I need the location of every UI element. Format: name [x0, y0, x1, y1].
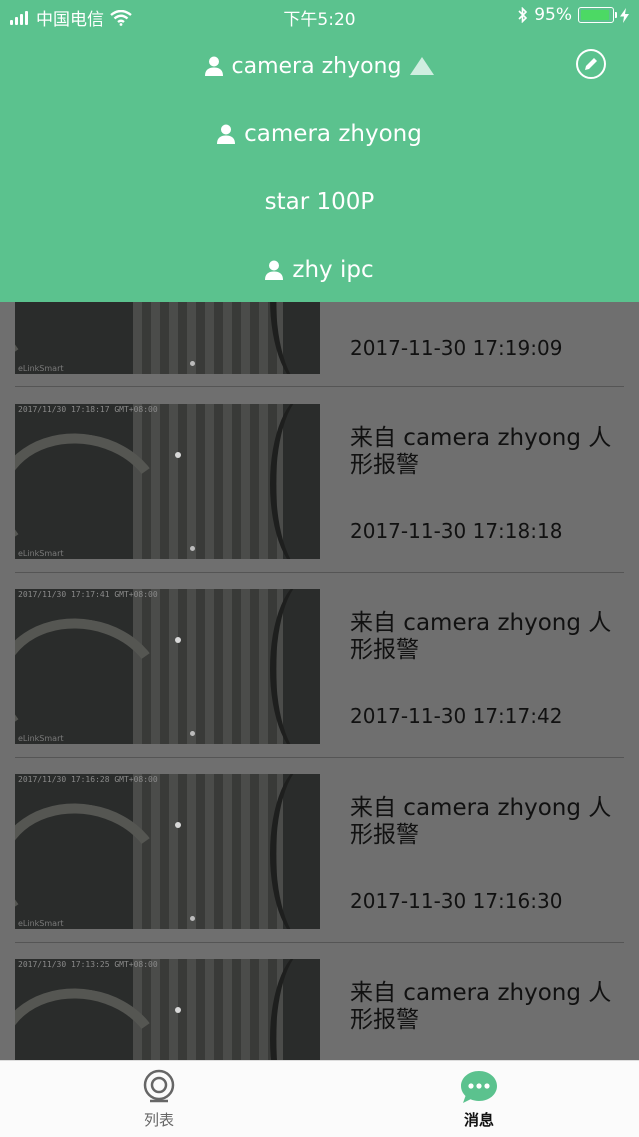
battery-percent: 95%	[534, 5, 572, 25]
edit-button[interactable]	[576, 49, 606, 79]
tab-list[interactable]: 列表	[99, 1069, 219, 1130]
message-text: 来自 camera zhyong 人形报警	[350, 425, 612, 478]
triangle-up-icon	[410, 57, 435, 75]
person-icon	[265, 260, 284, 280]
charging-icon	[620, 7, 629, 23]
tab-label: 列表	[143, 1111, 174, 1129]
message-time: 2017-11-30 17:16:30	[350, 889, 563, 913]
dropdown-item-label: zhy ipc	[292, 257, 374, 283]
snapshot-thumbnail: 2017/11/30 17:16:28 GMT+08:00 eLinkSmart	[15, 774, 320, 929]
thumbnail-brand: eLinkSmart	[18, 919, 64, 928]
dropdown-item-star-100p[interactable]: star 100P	[0, 182, 639, 222]
list-item[interactable]: 2017/11/30 17:17:41 GMT+08:00 eLinkSmart…	[0, 572, 639, 757]
bluetooth-icon	[518, 7, 528, 23]
battery-icon	[578, 7, 617, 23]
person-icon	[217, 124, 236, 144]
message-text: 来自 camera zhyong 人形报警	[350, 795, 612, 848]
snapshot-thumbnail: 2017/11/30 17:17:41 GMT+08:00 eLinkSmart	[15, 589, 320, 744]
person-icon	[204, 56, 223, 76]
list-item[interactable]: 2017/11/30 17:16:28 GMT+08:00 eLinkSmart…	[0, 757, 639, 942]
thumbnail-timestamp: 2017/11/30 17:13:25 GMT+08:00	[18, 960, 158, 969]
thumbnail-brand: eLinkSmart	[18, 364, 64, 373]
chat-bubble-icon	[461, 1071, 497, 1103]
snapshot-thumbnail: 2017/11/30 17:18:17 GMT+08:00 eLinkSmart	[15, 404, 320, 559]
dropdown-item-camera-zhyong[interactable]: camera zhyong	[0, 114, 639, 154]
camera-icon	[143, 1069, 175, 1103]
message-text: 来自 camera zhyong 人形报警	[350, 610, 612, 663]
pencil-icon	[585, 58, 597, 70]
header-dropdown-panel: 中国电信 下午5:20 95% camera zhyong camera zhy…	[0, 0, 639, 302]
list-item[interactable]: 2017/11/30 17:18:17 GMT+08:00 eLinkSmart…	[0, 387, 639, 572]
message-time: 2017-11-30 17:18:18	[350, 519, 563, 543]
tab-label: 消息	[463, 1111, 494, 1129]
dropdown-item-label: camera zhyong	[244, 121, 422, 147]
device-title: camera zhyong	[231, 53, 402, 79]
tab-bar: 列表 消息	[0, 1060, 639, 1137]
tab-messages[interactable]: 消息	[419, 1069, 539, 1130]
dropdown-item-label: star 100P	[264, 189, 375, 215]
message-time: 2017-11-30 17:19:09	[350, 336, 563, 360]
device-selector[interactable]: camera zhyong	[0, 46, 639, 86]
message-time: 2017-11-30 17:17:42	[350, 704, 563, 728]
message-text: 来自 camera zhyong 人形报警	[350, 980, 612, 1033]
thumbnail-timestamp: 2017/11/30 17:17:41 GMT+08:00	[18, 590, 158, 599]
thumbnail-timestamp: 2017/11/30 17:18:17 GMT+08:00	[18, 405, 158, 414]
thumbnail-timestamp: 2017/11/30 17:16:28 GMT+08:00	[18, 775, 158, 784]
status-right: 95%	[518, 5, 629, 25]
status-bar: 中国电信 下午5:20 95%	[0, 0, 639, 32]
thumbnail-brand: eLinkSmart	[18, 549, 64, 558]
thumbnail-brand: eLinkSmart	[18, 734, 64, 743]
dropdown-item-zhy-ipc[interactable]: zhy ipc	[0, 250, 639, 290]
